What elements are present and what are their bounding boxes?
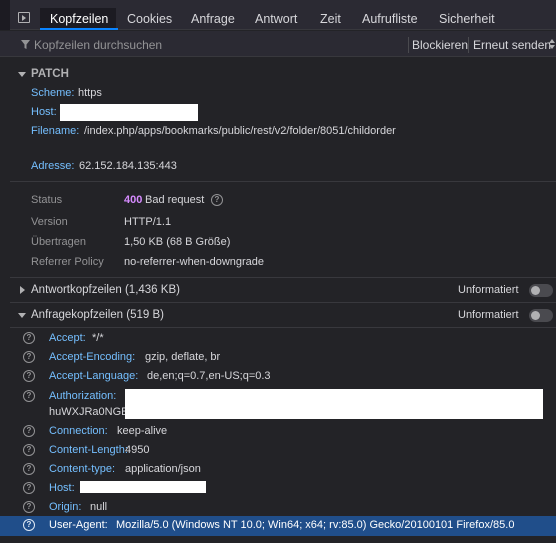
resend-button[interactable]: Erneut senden (473, 38, 551, 52)
scheme-value: https (78, 87, 102, 99)
help-icon[interactable]: ? (23, 501, 35, 513)
redacted-host (80, 481, 206, 493)
help-icon[interactable]: ? (23, 444, 35, 456)
header-value: gzip, deflate, br (145, 351, 221, 363)
help-icon[interactable]: ? (23, 425, 35, 437)
header-value: */* (92, 332, 104, 344)
version-value: HTTP/1.1 (124, 216, 172, 228)
header-row[interactable]: ? Accept-Encoding: gzip, deflate, br (0, 348, 556, 367)
raw-response-toggle[interactable] (529, 284, 553, 297)
separator (408, 37, 409, 53)
panel-tab-bar: Kopfzeilen Cookies Anfrage Antwort Zeit … (0, 0, 556, 30)
header-row-selected[interactable]: ? User-Agent: Mozilla/5.0 (Windows NT 10… (0, 516, 556, 536)
header-row[interactable]: ? Connection: keep-alive (0, 422, 556, 441)
raw-request-toggle[interactable] (529, 309, 553, 322)
header-key: Content-Length: (49, 444, 128, 456)
redacted-host (60, 104, 198, 121)
help-icon[interactable]: ? (23, 351, 35, 363)
status-label: Status (31, 194, 63, 206)
referrer-policy-value: no-referrer-when-downgrade (124, 256, 265, 268)
transferred-value: 1,50 KB (68 B Größe) (124, 236, 231, 248)
filter-bar: Kopfzeilen durchsuchen Blockieren Erneut… (0, 31, 556, 57)
version-label: Version (31, 216, 68, 228)
header-value: huWXJRa0NGE (49, 406, 129, 418)
filename-value: /index.php/apps/bookmarks/public/rest/v2… (84, 125, 396, 137)
header-key: Accept-Encoding: (49, 351, 136, 363)
block-button[interactable]: Blockieren (412, 38, 468, 52)
collapse-icon[interactable] (18, 313, 26, 318)
help-icon[interactable]: ? (23, 463, 35, 475)
header-key: User-Agent: (49, 519, 108, 531)
header-value: 4950 (125, 444, 150, 456)
collapse-icon[interactable] (18, 72, 26, 77)
tab-stack-trace[interactable]: Aufrufliste (362, 8, 418, 30)
header-key: Host: (49, 482, 75, 494)
separator (468, 37, 469, 53)
header-key: Accept: (49, 332, 86, 344)
request-headers-title[interactable]: Anfragekopfzeilen (519 B) (31, 309, 164, 321)
help-icon[interactable]: ? (23, 519, 35, 531)
header-value: keep-alive (117, 425, 168, 437)
header-key: Authorization: (49, 390, 117, 402)
help-icon[interactable]: ? (23, 482, 35, 494)
address-value: 62.152.184.135:443 (79, 160, 177, 172)
help-icon[interactable]: ? (211, 194, 223, 206)
tab-headers[interactable]: Kopfzeilen (39, 8, 119, 30)
host-label: Host: (31, 106, 57, 118)
divider (10, 327, 556, 328)
tab-cookies[interactable]: Cookies (127, 8, 172, 30)
tab-timings[interactable]: Zeit (320, 8, 341, 30)
header-row[interactable]: ? Content-Length: 4950 (0, 441, 556, 460)
dropdown-arrow-icon[interactable] (549, 39, 555, 49)
header-value: de,en;q=0.7,en-US;q=0.3 (147, 370, 271, 382)
help-icon[interactable]: ? (23, 332, 35, 344)
header-value: Mozilla/5.0 (Windows NT 10.0; Win64; x64… (116, 519, 515, 531)
toggle-sidebar-icon[interactable] (18, 12, 30, 23)
help-icon[interactable]: ? (23, 390, 35, 402)
divider (10, 277, 556, 278)
raw-toggle-label: Unformatiert (458, 309, 519, 321)
divider (10, 181, 556, 182)
filename-label: Filename: (31, 125, 80, 137)
header-row[interactable]: ? Origin: null (0, 498, 556, 517)
expand-icon[interactable] (20, 286, 25, 294)
tab-security[interactable]: Sicherheit (439, 8, 495, 30)
raw-toggle-label: Unformatiert (458, 284, 519, 296)
header-row[interactable]: ? Accept-Language: de,en;q=0.7,en-US;q=0… (0, 367, 556, 386)
help-icon[interactable]: ? (23, 370, 35, 382)
response-headers-title[interactable]: Antwortkopfzeilen (1,436 KB) (31, 284, 180, 296)
scheme-label: Scheme: (31, 87, 75, 99)
header-row[interactable]: ? Accept: */* (0, 329, 556, 348)
header-value: null (90, 501, 108, 513)
redacted-authorization (125, 389, 543, 419)
transferred-label: Übertragen (31, 236, 87, 248)
address-label: Adresse: (31, 160, 75, 172)
request-method: PATCH (31, 68, 69, 80)
header-key: Content-type: (49, 463, 116, 475)
filter-headers-input[interactable]: Kopfzeilen durchsuchen (34, 38, 162, 52)
filter-icon (21, 40, 30, 49)
header-key: Origin: (49, 501, 82, 513)
tab-request[interactable]: Anfrage (191, 8, 235, 30)
referrer-policy-label: Referrer Policy (31, 256, 104, 268)
header-value: application/json (125, 463, 201, 475)
header-key: Connection: (49, 425, 108, 437)
header-key: Accept-Language: (49, 370, 139, 382)
tab-response[interactable]: Antwort (255, 8, 297, 30)
left-strip (0, 0, 10, 30)
status-text: Bad request (145, 194, 205, 206)
header-row[interactable]: ? Content-type: application/json (0, 460, 556, 479)
divider (10, 302, 556, 303)
status-code: 400 (124, 194, 143, 206)
